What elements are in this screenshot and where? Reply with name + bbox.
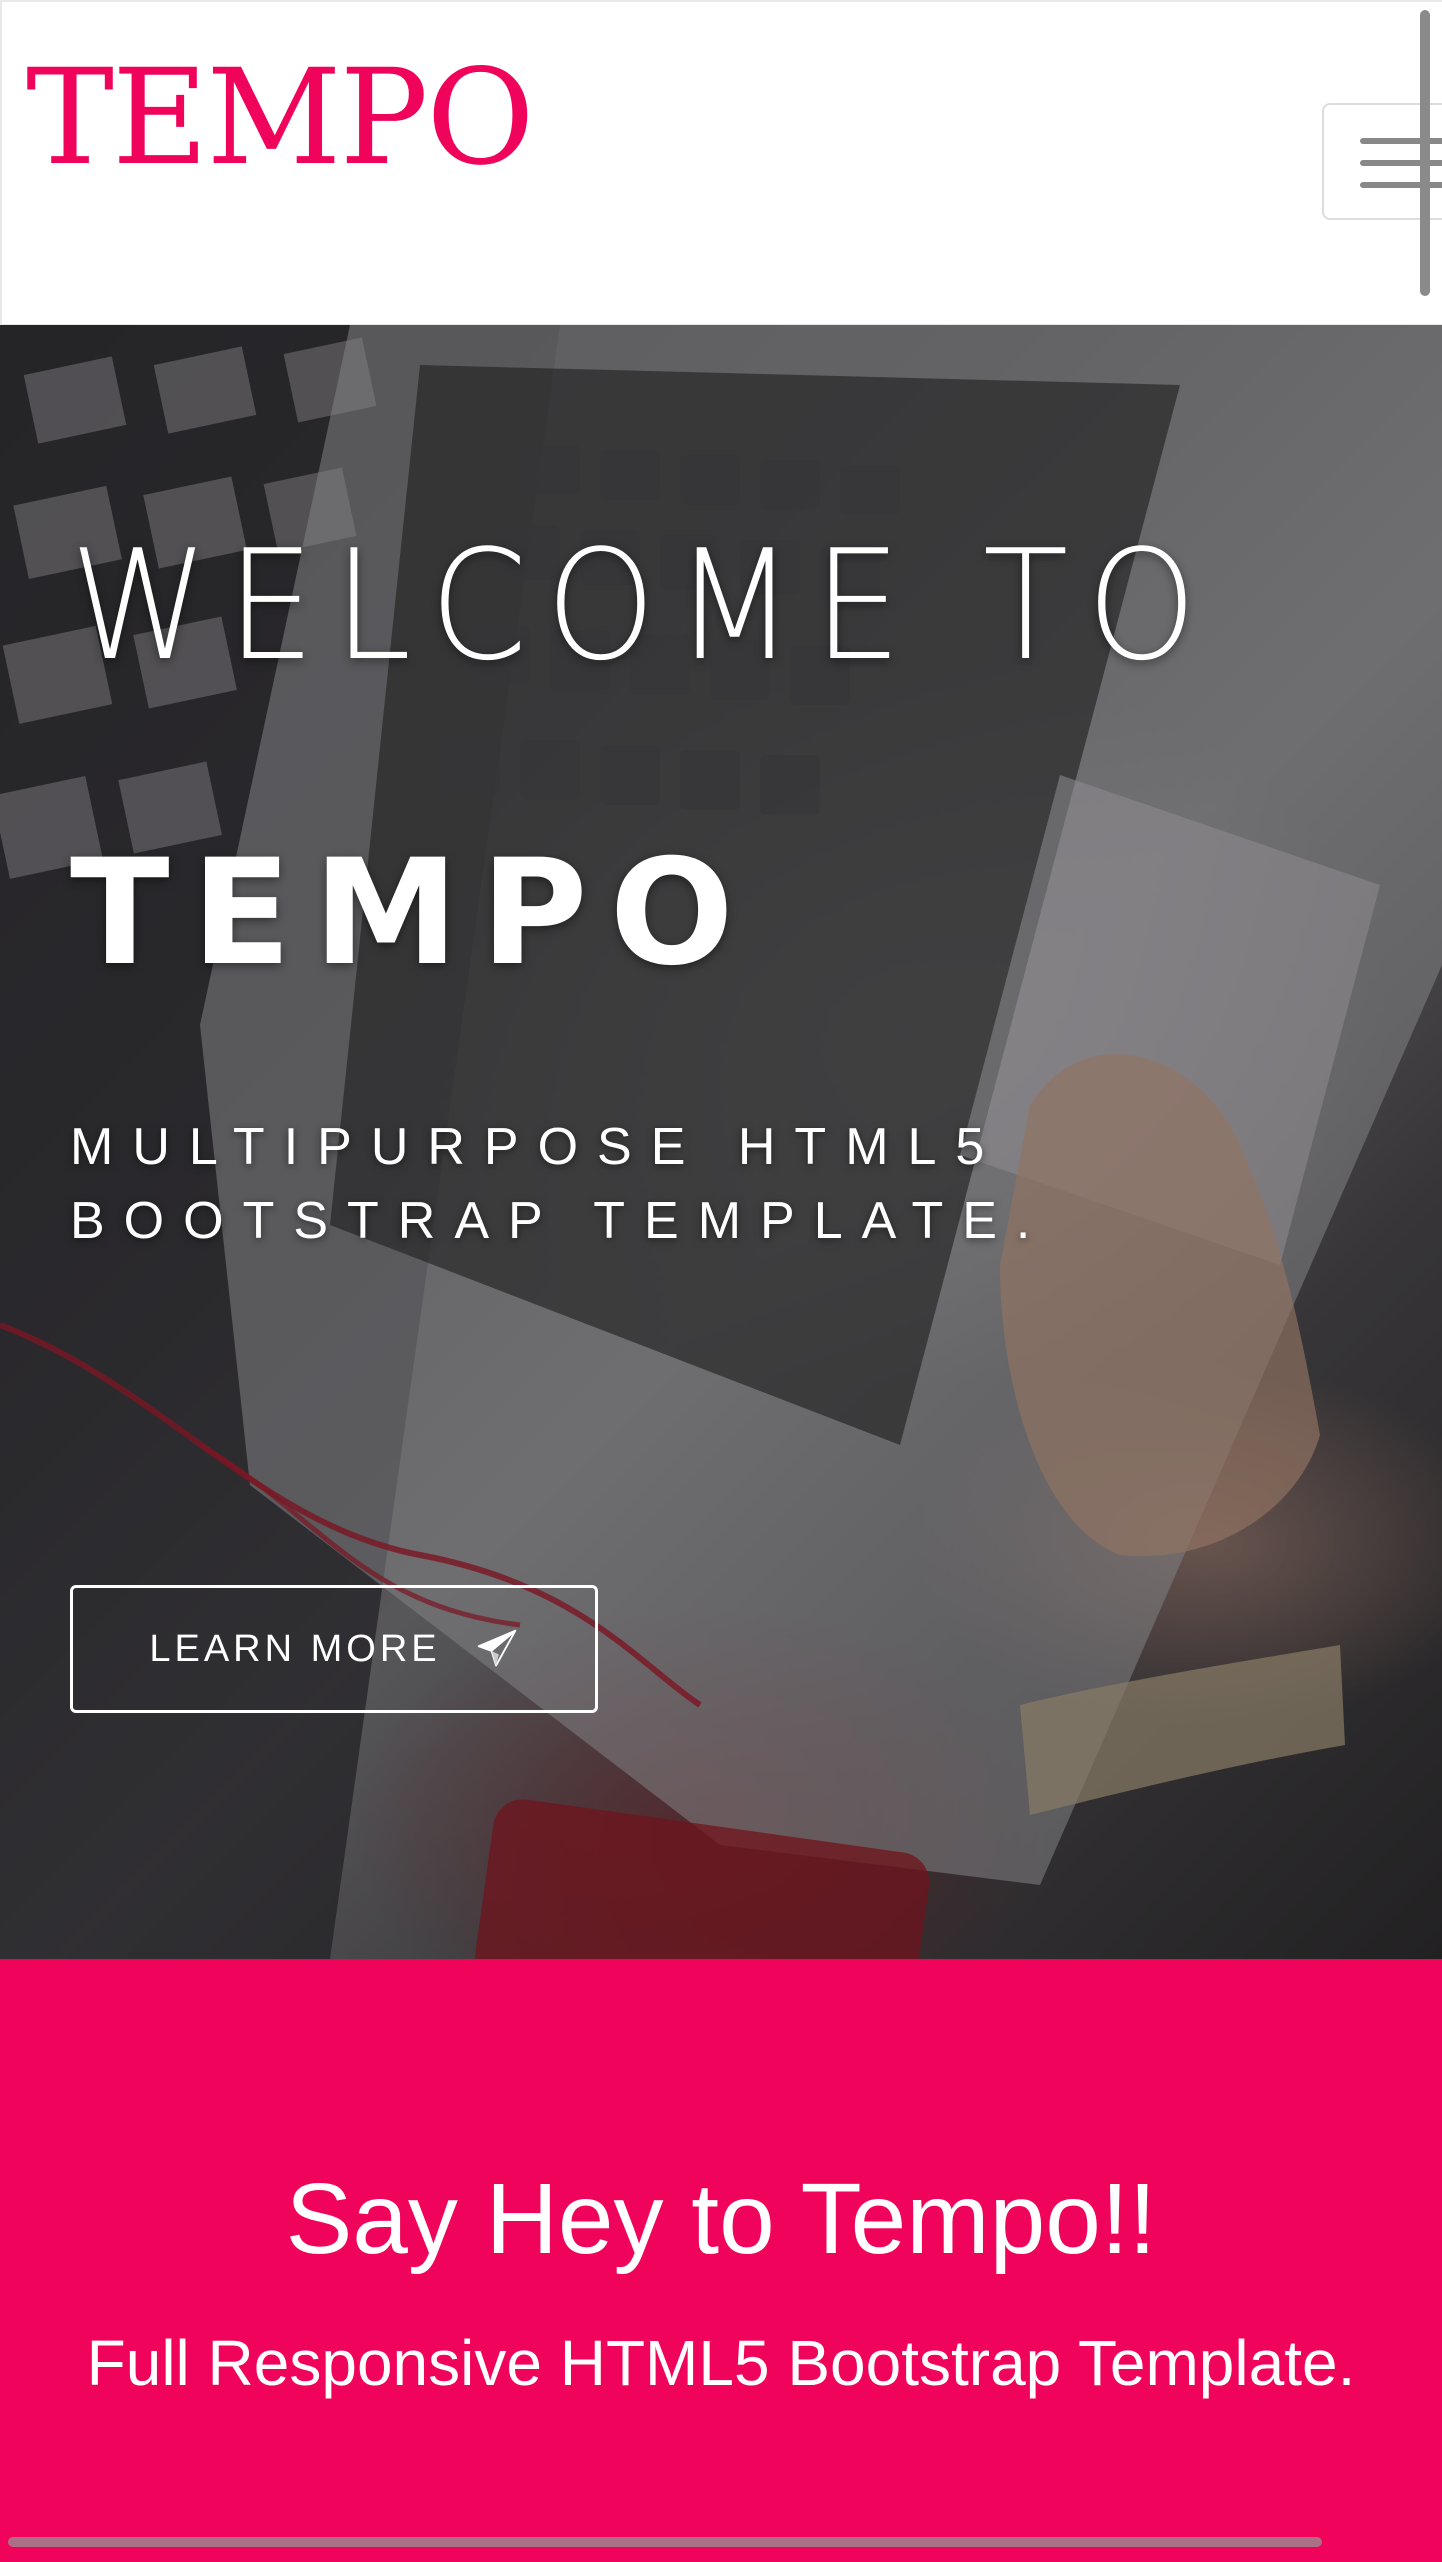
intro-section: Say Hey to Tempo!! Full Responsive HTML5… [0, 1959, 1442, 2562]
hero-tagline: MULTIPURPOSE HTML5 BOOTSTRAP TEMPLATE. [70, 1118, 1050, 1250]
hero-section: WELCOME TO TEMPO MULTIPURPOSE HTML5 BOOT… [0, 325, 1442, 1959]
intro-title: Say Hey to Tempo!! [285, 2163, 1157, 2275]
vertical-scrollbar[interactable] [1420, 10, 1430, 296]
hero-brand-heading: TEMPO [70, 828, 756, 998]
paper-plane-icon [477, 1629, 516, 1667]
learn-more-button[interactable]: LEARN MORE [70, 1585, 598, 1713]
brand-logo[interactable]: TEMPO [26, 52, 535, 184]
hero-welcome-heading: WELCOME TO [70, 517, 1216, 694]
learn-more-label: LEARN MORE [149, 1627, 441, 1670]
horizontal-scrollbar[interactable] [8, 2537, 1322, 2547]
navbar: TEMPO [0, 0, 1442, 325]
intro-subtitle: Full Responsive HTML5 Bootstrap Template… [86, 2327, 1356, 2399]
